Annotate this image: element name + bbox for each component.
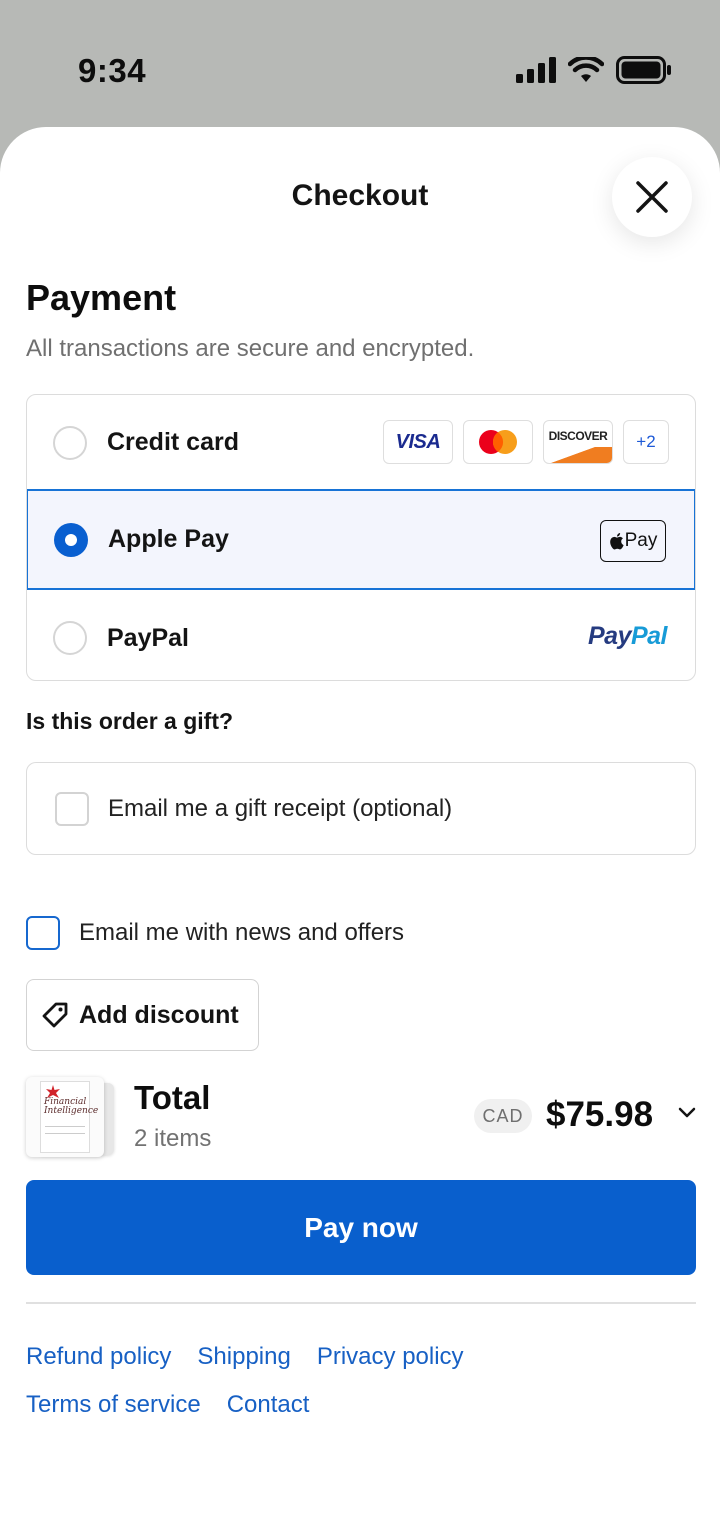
tag-icon — [42, 1002, 68, 1028]
star-burst-icon — [46, 1085, 60, 1098]
total-label: Total — [134, 1079, 211, 1116]
radio-credit-card[interactable] — [53, 425, 87, 460]
close-button[interactable] — [612, 157, 692, 237]
payment-option-credit-card[interactable]: Credit card VISA DISCOVER +2 — [27, 395, 695, 491]
book-cover: Financial Intelligence — [40, 1081, 98, 1153]
discover-icon: DISCOVER — [543, 420, 613, 464]
payment-option-paypal[interactable]: PayPal PayPal — [27, 590, 695, 680]
more-cards-badge: +2 — [623, 420, 669, 464]
order-summary-toggle[interactable]: Financial Intelligence Total 2 items CAD… — [26, 1075, 696, 1157]
gift-question: Is this order a gift? — [26, 708, 234, 734]
payment-option-apple-pay[interactable]: Apple Pay Pay — [27, 489, 695, 590]
payment-option-label: PayPal — [107, 623, 190, 652]
shipping-link[interactable]: Shipping — [197, 1343, 290, 1371]
payment-option-label: Credit card — [107, 428, 239, 456]
items-count: 2 items — [134, 1125, 212, 1152]
newsletter-checkbox[interactable] — [26, 916, 60, 950]
status-bar: 9:34 — [0, 0, 720, 130]
status-time: 9:34 — [78, 52, 147, 89]
signal-icon — [516, 57, 556, 83]
paypal-logo-icon: PayPal — [587, 622, 668, 650]
add-discount-label: Add discount — [79, 1000, 239, 1029]
currency-badge: CAD — [474, 1099, 532, 1133]
total-price: $75.98 — [546, 1095, 654, 1134]
close-icon — [636, 181, 668, 213]
newsletter-label: Email me with news and offers — [79, 919, 405, 946]
mastercard-icon — [463, 420, 533, 464]
battery-icon — [616, 56, 671, 84]
visa-icon: VISA — [383, 420, 453, 464]
refund-policy-link[interactable]: Refund policy — [26, 1343, 171, 1371]
radio-paypal[interactable] — [53, 621, 87, 655]
payment-title: Payment — [26, 277, 177, 318]
radio-apple-pay[interactable] — [54, 522, 88, 557]
gift-receipt-checkbox[interactable] — [55, 791, 89, 826]
gift-receipt-label: Email me a gift receipt (optional) — [108, 794, 453, 822]
book-title: Financial Intelligence — [44, 1097, 99, 1116]
product-thumbnail: Financial Intelligence — [26, 1077, 118, 1157]
chevron-down-icon[interactable] — [678, 1107, 696, 1119]
payment-subtitle: All transactions are secure and encrypte… — [26, 335, 475, 362]
wifi-icon — [568, 57, 604, 82]
status-icons — [516, 56, 672, 84]
apple-logo-icon — [609, 533, 624, 550]
terms-of-service-link[interactable]: Terms of service — [26, 1391, 201, 1419]
pay-now-button[interactable]: Pay now — [26, 1180, 696, 1275]
payment-option-label: Apple Pay — [108, 525, 229, 553]
gift-receipt-option[interactable]: Email me a gift receipt (optional) — [26, 762, 696, 855]
privacy-policy-link[interactable]: Privacy policy — [317, 1343, 464, 1371]
divider — [26, 1302, 696, 1304]
checkout-sheet: Checkout Payment All transactions are se… — [0, 127, 720, 1520]
newsletter-option[interactable]: Email me with news and offers — [26, 916, 404, 950]
footer-links: Refund policy Shipping Privacy policy Te… — [26, 1343, 696, 1439]
add-discount-button[interactable]: Add discount — [26, 979, 259, 1051]
contact-link[interactable]: Contact — [227, 1391, 310, 1419]
card-brands: VISA DISCOVER +2 — [383, 420, 669, 464]
mastercard-circles-icon — [479, 430, 517, 454]
payment-options: Credit card VISA DISCOVER +2 Apple Pay P… — [26, 394, 696, 681]
apple-pay-icon: Pay — [600, 520, 666, 562]
